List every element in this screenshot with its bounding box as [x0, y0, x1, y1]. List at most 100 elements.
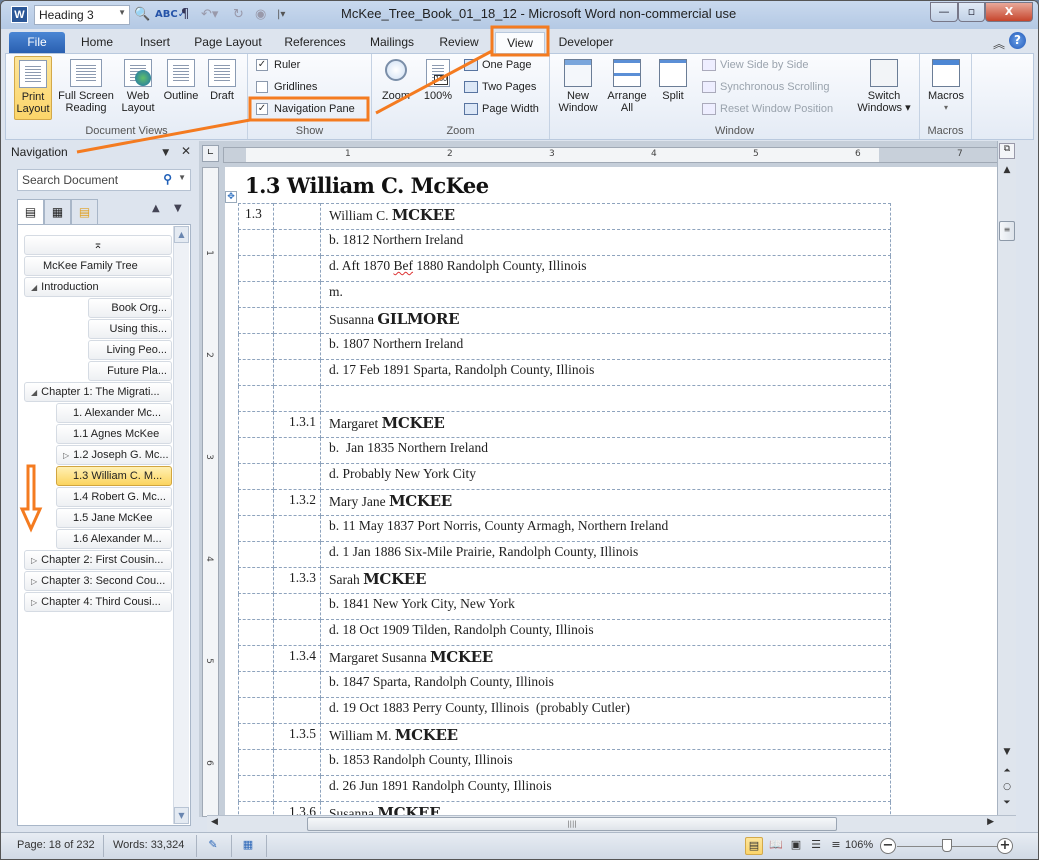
- print-layout-view-icon[interactable]: ▤: [745, 837, 763, 855]
- entry-cell[interactable]: b. 1807 Northern Ireland: [320, 333, 891, 360]
- next-heading-button[interactable]: ▼: [174, 203, 182, 214]
- entry-cell[interactable]: William M. MCKEE: [320, 723, 891, 750]
- macros-button[interactable]: Macros ▾: [924, 56, 968, 120]
- nav-heading-item[interactable]: 1.1 Agnes McKee: [56, 424, 172, 444]
- word-icon[interactable]: W: [11, 6, 28, 23]
- child-number-cell[interactable]: [273, 671, 321, 698]
- entry-cell[interactable]: b. 1812 Northern Ireland: [320, 229, 891, 256]
- generation-number-cell[interactable]: [238, 645, 274, 672]
- child-number-cell[interactable]: [273, 281, 321, 308]
- nav-heading-item[interactable]: 1.3 William C. M...: [56, 466, 172, 486]
- ruler-checkbox[interactable]: ✓ Ruler: [256, 59, 300, 72]
- generation-number-cell[interactable]: [238, 255, 274, 282]
- child-number-cell[interactable]: [273, 775, 321, 802]
- scroll-thumb[interactable]: ≡: [999, 221, 1015, 241]
- close-icon[interactable]: ✕: [181, 144, 191, 158]
- vertical-scrollbar[interactable]: ⧉ ▲ ≡ ▼ ⏶ ○ ⏷: [997, 141, 1016, 817]
- proofing-icon[interactable]: ✎: [204, 837, 222, 855]
- chevron-down-icon[interactable]: ▼: [178, 173, 186, 182]
- nav-heading-item[interactable]: Book Org...: [88, 298, 172, 318]
- synchronous-scrolling-button[interactable]: Synchronous Scrolling: [702, 81, 829, 94]
- pilcrow-icon[interactable]: ¶: [181, 6, 189, 24]
- tab-file[interactable]: File: [9, 32, 65, 53]
- zoom-out-button[interactable]: −: [880, 838, 896, 854]
- generation-number-cell[interactable]: [238, 723, 274, 750]
- entry-cell[interactable]: d. 17 Feb 1891 Sparta, Randolph County, …: [320, 359, 891, 386]
- draft-view-icon[interactable]: ≡: [827, 837, 845, 855]
- scroll-down-icon[interactable]: ▼: [999, 747, 1015, 757]
- child-number-cell[interactable]: [273, 385, 321, 412]
- tab-view[interactable]: View: [495, 32, 545, 53]
- view-side-by-side-button[interactable]: View Side by Side: [702, 59, 808, 72]
- two-pages-button[interactable]: Two Pages: [464, 81, 536, 94]
- entry-cell[interactable]: d. Aft 1870 Bef 1880 Randolph County, Il…: [320, 255, 891, 282]
- generation-number-cell[interactable]: [238, 229, 274, 256]
- entry-cell[interactable]: b. 1853 Randolph County, Illinois: [320, 749, 891, 776]
- table-move-handle-icon[interactable]: ✥: [225, 191, 237, 203]
- tab-browse-results[interactable]: ▤: [71, 199, 98, 224]
- generation-number-cell[interactable]: 1.3: [238, 203, 274, 230]
- draft-button[interactable]: Draft: [204, 56, 240, 120]
- entry-cell[interactable]: d. 19 Oct 1883 Perry County, Illinois (p…: [320, 697, 891, 724]
- entry-cell[interactable]: Sarah MCKEE: [320, 567, 891, 594]
- tab-selector-icon[interactable]: ∟: [202, 145, 219, 162]
- nav-heading-item[interactable]: Using this...: [88, 319, 172, 339]
- entry-cell[interactable]: d. Probably New York City: [320, 463, 891, 490]
- generation-number-cell[interactable]: [238, 307, 274, 334]
- generation-number-cell[interactable]: [238, 515, 274, 542]
- nav-heading-item[interactable]: ▷ Chapter 3: Second Cou...: [24, 571, 172, 591]
- child-number-cell[interactable]: 1.3.4: [273, 645, 321, 672]
- generation-number-cell[interactable]: [238, 385, 274, 412]
- next-page-icon[interactable]: ⏷: [999, 798, 1015, 808]
- nav-heading-item[interactable]: 1. Alexander Mc...: [56, 403, 172, 423]
- generation-number-cell[interactable]: [238, 619, 274, 646]
- previous-page-icon[interactable]: ⏶: [999, 766, 1015, 776]
- new-window-button[interactable]: New Window: [556, 56, 600, 120]
- arrange-all-button[interactable]: Arrange All: [604, 56, 650, 120]
- generation-number-cell[interactable]: [238, 359, 274, 386]
- entry-cell[interactable]: b. 11 May 1837 Port Norris, County Armag…: [320, 515, 891, 542]
- nav-heading-item[interactable]: McKee Family Tree: [24, 256, 172, 276]
- scroll-up-icon[interactable]: ▲: [999, 165, 1015, 175]
- child-number-cell[interactable]: [273, 203, 321, 230]
- print-preview-icon[interactable]: 🔍: [134, 6, 150, 24]
- scroll-up-icon[interactable]: ▲: [174, 226, 189, 243]
- collapsed-icon[interactable]: ▷: [63, 451, 69, 460]
- full-screen-reading-button[interactable]: Full Screen Reading: [56, 56, 116, 120]
- restore-button[interactable]: ▫: [958, 2, 985, 22]
- browse-object-icon[interactable]: ○: [999, 782, 1015, 792]
- entry-cell[interactable]: Margaret MCKEE: [320, 411, 891, 438]
- generation-number-cell[interactable]: [238, 775, 274, 802]
- tab-browse-headings[interactable]: ▤: [17, 199, 44, 224]
- expanded-icon[interactable]: ◢: [31, 283, 37, 292]
- search-icon[interactable]: ⚲: [163, 172, 172, 186]
- scroll-right-icon[interactable]: ▶: [987, 817, 994, 827]
- collapsed-icon[interactable]: ▷: [31, 556, 37, 565]
- child-number-cell[interactable]: [273, 619, 321, 646]
- nav-heading-item[interactable]: ▷ Chapter 2: First Cousin...: [24, 550, 172, 570]
- page-width-button[interactable]: Page Width: [464, 103, 539, 116]
- scroll-down-icon[interactable]: ▼: [174, 807, 189, 824]
- child-number-cell[interactable]: 1.3.3: [273, 567, 321, 594]
- child-number-cell[interactable]: [273, 541, 321, 568]
- entry-cell[interactable]: Margaret Susanna MCKEE: [320, 645, 891, 672]
- undo-icon[interactable]: ↶▾: [201, 6, 218, 24]
- nav-heading-item[interactable]: 1.5 Jane McKee: [56, 508, 172, 528]
- tab-insert[interactable]: Insert: [131, 32, 179, 53]
- nav-heading-item[interactable]: 1.6 Alexander M...: [56, 529, 172, 549]
- entry-cell[interactable]: Mary Jane MCKEE: [320, 489, 891, 516]
- tab-mailings[interactable]: Mailings: [363, 32, 421, 53]
- child-number-cell[interactable]: 1.3.1: [273, 411, 321, 438]
- collapsed-icon[interactable]: ▷: [31, 598, 37, 607]
- entry-cell[interactable]: Susanna GILMORE: [320, 307, 891, 334]
- nav-heading-item[interactable]: Future Pla...: [88, 361, 172, 381]
- tree-scrollbar[interactable]: ▲ ▼: [173, 226, 189, 824]
- split-button[interactable]: Split: [654, 56, 692, 112]
- entry-cell[interactable]: d. 18 Oct 1909 Tilden, Randolph County, …: [320, 619, 891, 646]
- horizontal-ruler[interactable]: 1 2 3 4 5 6 7: [223, 147, 1014, 163]
- generation-number-cell[interactable]: [238, 489, 274, 516]
- child-number-cell[interactable]: [273, 255, 321, 282]
- tab-references[interactable]: References: [279, 32, 351, 53]
- child-number-cell[interactable]: [273, 307, 321, 334]
- child-number-cell[interactable]: [273, 593, 321, 620]
